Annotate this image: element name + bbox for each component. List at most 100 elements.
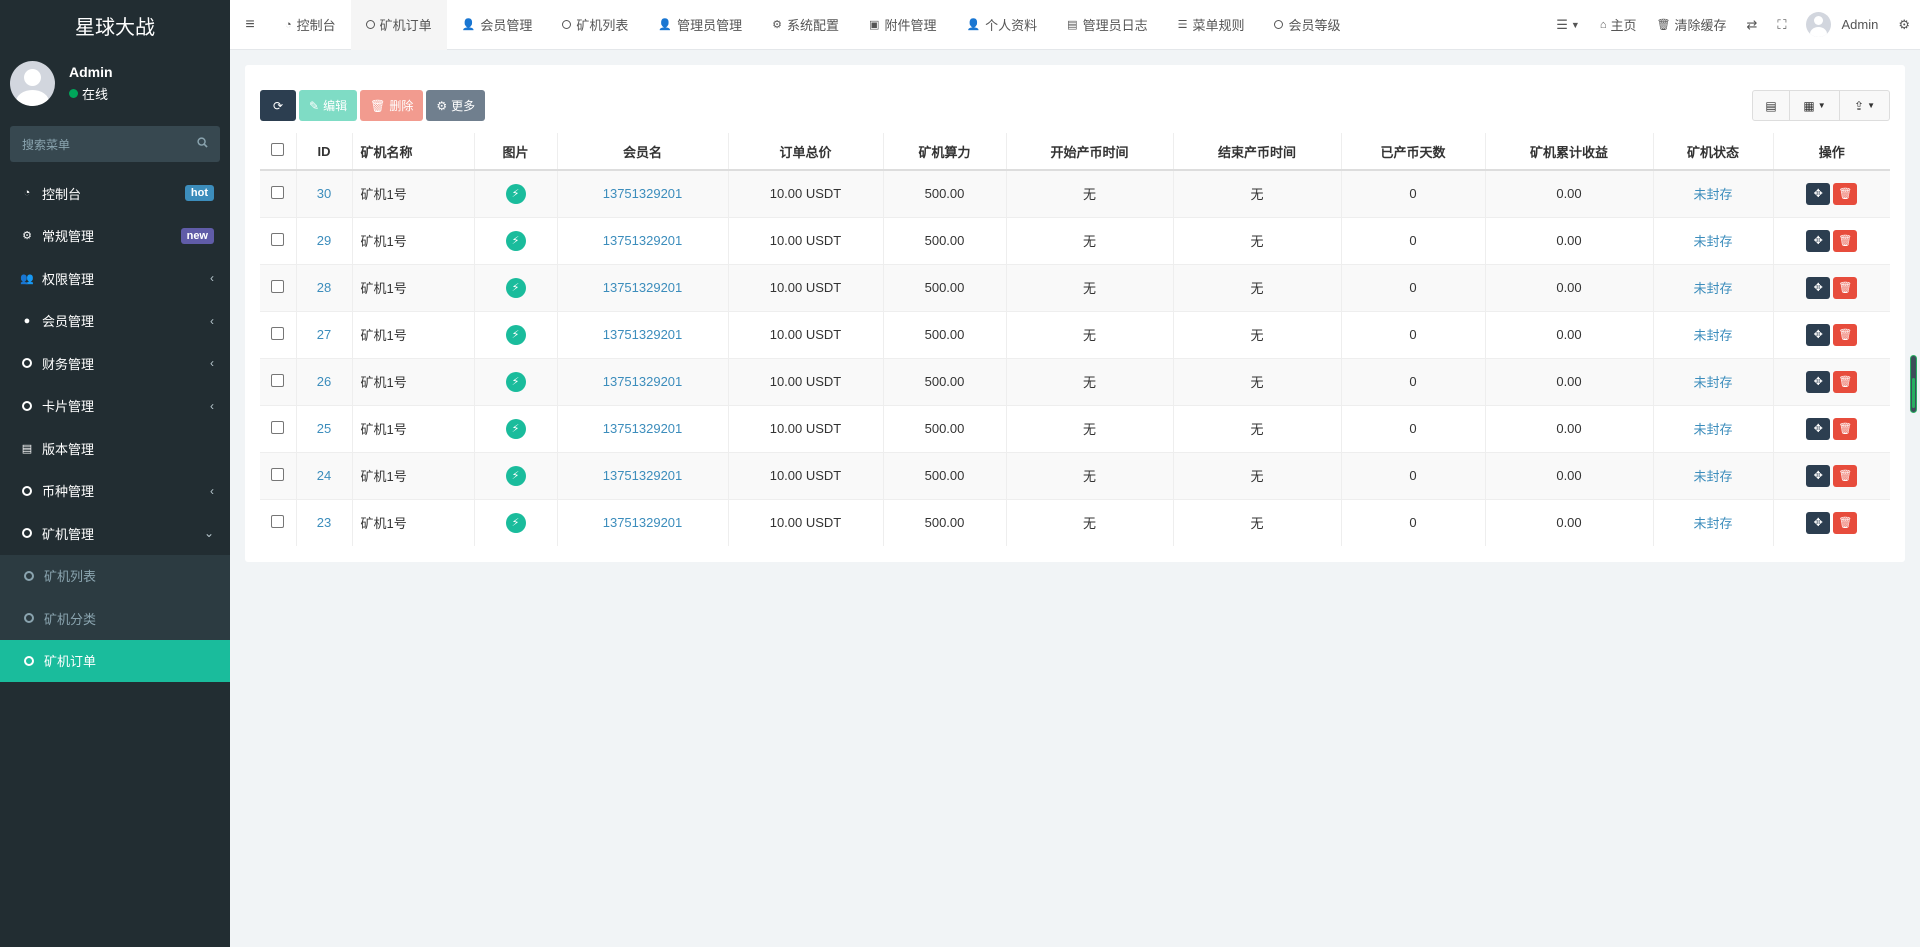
card-view-button[interactable]: ▤: [1752, 90, 1790, 121]
id-link[interactable]: 24: [317, 468, 331, 483]
fullscreen-icon[interactable]: ⛶: [1767, 0, 1796, 50]
trash-icon[interactable]: 🗑: [1833, 511, 1858, 534]
tab-attachment[interactable]: ▣ 附件管理: [854, 0, 951, 50]
member-cell[interactable]: 13751329201: [557, 216, 729, 264]
id-cell[interactable]: 27: [296, 310, 353, 358]
status-link[interactable]: 未封存: [1693, 328, 1732, 343]
sidebar-item-finance[interactable]: 财务管理 ‹: [0, 342, 230, 385]
member-cell[interactable]: 13751329201: [557, 169, 729, 217]
menu-search-input[interactable]: 搜索菜单: [10, 126, 220, 162]
user-menu[interactable]: Admin: [1796, 0, 1888, 50]
row-checkbox[interactable]: [271, 467, 285, 481]
id-link[interactable]: 25: [317, 421, 331, 436]
id-cell[interactable]: 25: [296, 404, 353, 452]
member-cell[interactable]: 13751329201: [557, 263, 729, 311]
sidebar-item-general[interactable]: ⚙ 常规管理 new: [0, 215, 230, 258]
trash-icon[interactable]: 🗑: [1833, 464, 1858, 487]
trash-icon[interactable]: 🗑: [1833, 276, 1858, 299]
status-link[interactable]: 未封存: [1693, 516, 1732, 531]
language-icon[interactable]: ⇄: [1736, 0, 1767, 50]
tab-menu-rule[interactable]: ☰ 菜单规则: [1163, 0, 1260, 50]
sidebar-item-miner-category[interactable]: 矿机分类: [0, 597, 230, 640]
table-row[interactable]: 27 矿机1号 ⚡ 13751329201 10.00 USDT 500.00 无无 0 0.0…: [260, 310, 1890, 358]
id-link[interactable]: 29: [317, 233, 331, 248]
member-link[interactable]: 13751329201: [603, 468, 683, 483]
app-logo[interactable]: 星球大战: [0, 0, 230, 50]
export-button[interactable]: ⇪ ▼: [1840, 90, 1890, 121]
select-all-checkbox[interactable]: [271, 143, 285, 156]
id-cell[interactable]: 23: [296, 498, 353, 546]
status-link[interactable]: 未封存: [1693, 469, 1732, 484]
col-header[interactable]: 矿机状态: [1653, 133, 1774, 171]
sidebar-item-miner[interactable]: 矿机管理 ⌄: [0, 512, 230, 555]
trash-icon[interactable]: 🗑: [1833, 229, 1858, 252]
more-button[interactable]: ⚙ 更多: [426, 90, 486, 121]
clear-cache-button[interactable]: 🗑 清除缓存: [1646, 0, 1736, 50]
status-link[interactable]: 未封存: [1693, 187, 1732, 202]
home-link[interactable]: ⌂ 主页: [1590, 0, 1647, 50]
tabs-dropdown-button[interactable]: ☰ ▼: [1546, 0, 1590, 50]
tab-profile[interactable]: 👤 个人资料: [951, 0, 1052, 50]
col-header[interactable]: 已产币天数: [1341, 133, 1486, 171]
col-header[interactable]: 结束产币时间: [1173, 133, 1342, 171]
member-link[interactable]: 13751329201: [603, 233, 683, 248]
id-cell[interactable]: 29: [296, 216, 353, 264]
sidebar-item-dashboard[interactable]: ◔ 控制台 hot: [0, 172, 230, 215]
edit-button[interactable]: ✎ 编辑: [299, 90, 358, 121]
id-cell[interactable]: 26: [296, 357, 353, 405]
row-checkbox[interactable]: [271, 326, 285, 340]
row-checkbox[interactable]: [271, 420, 285, 434]
trash-icon[interactable]: 🗑: [1833, 182, 1858, 205]
status-link[interactable]: 未封存: [1693, 375, 1732, 390]
id-cell[interactable]: 30: [296, 169, 353, 217]
sidebar-item-member[interactable]: ● 会员管理 ‹: [0, 300, 230, 343]
table-row[interactable]: 28 矿机1号 ⚡ 13751329201 10.00 USDT 500.00 无无 0 0.0…: [260, 263, 1890, 311]
row-checkbox[interactable]: [271, 279, 285, 293]
sidebar-item-auth[interactable]: 👥 权限管理 ‹: [0, 257, 230, 300]
sidebar-item-card[interactable]: 卡片管理 ‹: [0, 385, 230, 428]
tab-admin[interactable]: 👤 管理员管理: [643, 0, 757, 50]
scrollbar-indicator[interactable]: [1910, 355, 1917, 413]
id-link[interactable]: 28: [317, 280, 331, 295]
lightning-icon[interactable]: ⚡: [505, 418, 526, 439]
member-link[interactable]: 13751329201: [603, 186, 683, 201]
row-checkbox[interactable]: [271, 232, 285, 246]
col-header[interactable]: 矿机累计收益: [1485, 133, 1654, 171]
table-row[interactable]: 26 矿机1号 ⚡ 13751329201 10.00 USDT 500.00 无无 0 0.0…: [260, 357, 1890, 405]
table-row[interactable]: 23 矿机1号 ⚡ 13751329201 10.00 USDT 500.00 无无 0 0.0…: [260, 498, 1890, 546]
trash-icon[interactable]: 🗑: [1833, 323, 1858, 346]
sidebar-item-version[interactable]: ▤ 版本管理: [0, 427, 230, 470]
table-row[interactable]: 24 矿机1号 ⚡ 13751329201 10.00 USDT 500.00 无无 0 0.0…: [260, 451, 1890, 499]
lightning-icon[interactable]: ⚡: [505, 230, 526, 251]
col-header[interactable]: 图片: [474, 133, 558, 171]
lightning-icon[interactable]: ⚡: [505, 324, 526, 345]
refresh-button[interactable]: ⟳: [260, 90, 296, 121]
tab-config[interactable]: ⚙ 系统配置: [757, 0, 854, 50]
lightning-icon[interactable]: ⚡: [505, 512, 526, 533]
col-header[interactable]: ID: [296, 133, 353, 171]
member-cell[interactable]: 13751329201: [557, 310, 729, 358]
tab-member-level[interactable]: 会员等级: [1259, 0, 1355, 50]
tab-dashboard[interactable]: ◔ 控制台: [270, 0, 351, 50]
tab-miner-order[interactable]: 矿机订单: [350, 0, 447, 50]
lightning-icon[interactable]: ⚡: [505, 465, 526, 486]
status-link[interactable]: 未封存: [1693, 234, 1732, 249]
sidebar-item-miner-list[interactable]: 矿机列表: [0, 555, 230, 598]
row-checkbox[interactable]: [271, 185, 285, 199]
tab-miner-list[interactable]: 矿机列表: [547, 0, 643, 50]
delete-button[interactable]: 🗑 删除: [360, 90, 424, 121]
move-icon[interactable]: ✥: [1806, 464, 1831, 487]
col-header[interactable]: 开始产币时间: [1006, 133, 1174, 171]
sidebar-item-miner-order[interactable]: 矿机订单: [0, 639, 230, 682]
member-cell[interactable]: 13751329201: [557, 357, 729, 405]
move-icon[interactable]: ✥: [1806, 370, 1831, 393]
col-header[interactable]: 矿机算力: [883, 133, 1007, 171]
col-header[interactable]: 矿机名称: [352, 133, 475, 171]
row-checkbox[interactable]: [271, 373, 285, 387]
trash-icon[interactable]: 🗑: [1833, 370, 1858, 393]
row-checkbox[interactable]: [271, 514, 285, 528]
sidebar-toggle-icon[interactable]: ≡: [230, 0, 270, 50]
id-cell[interactable]: 24: [296, 451, 353, 499]
member-cell[interactable]: 13751329201: [557, 404, 729, 452]
move-icon[interactable]: ✥: [1806, 511, 1831, 534]
